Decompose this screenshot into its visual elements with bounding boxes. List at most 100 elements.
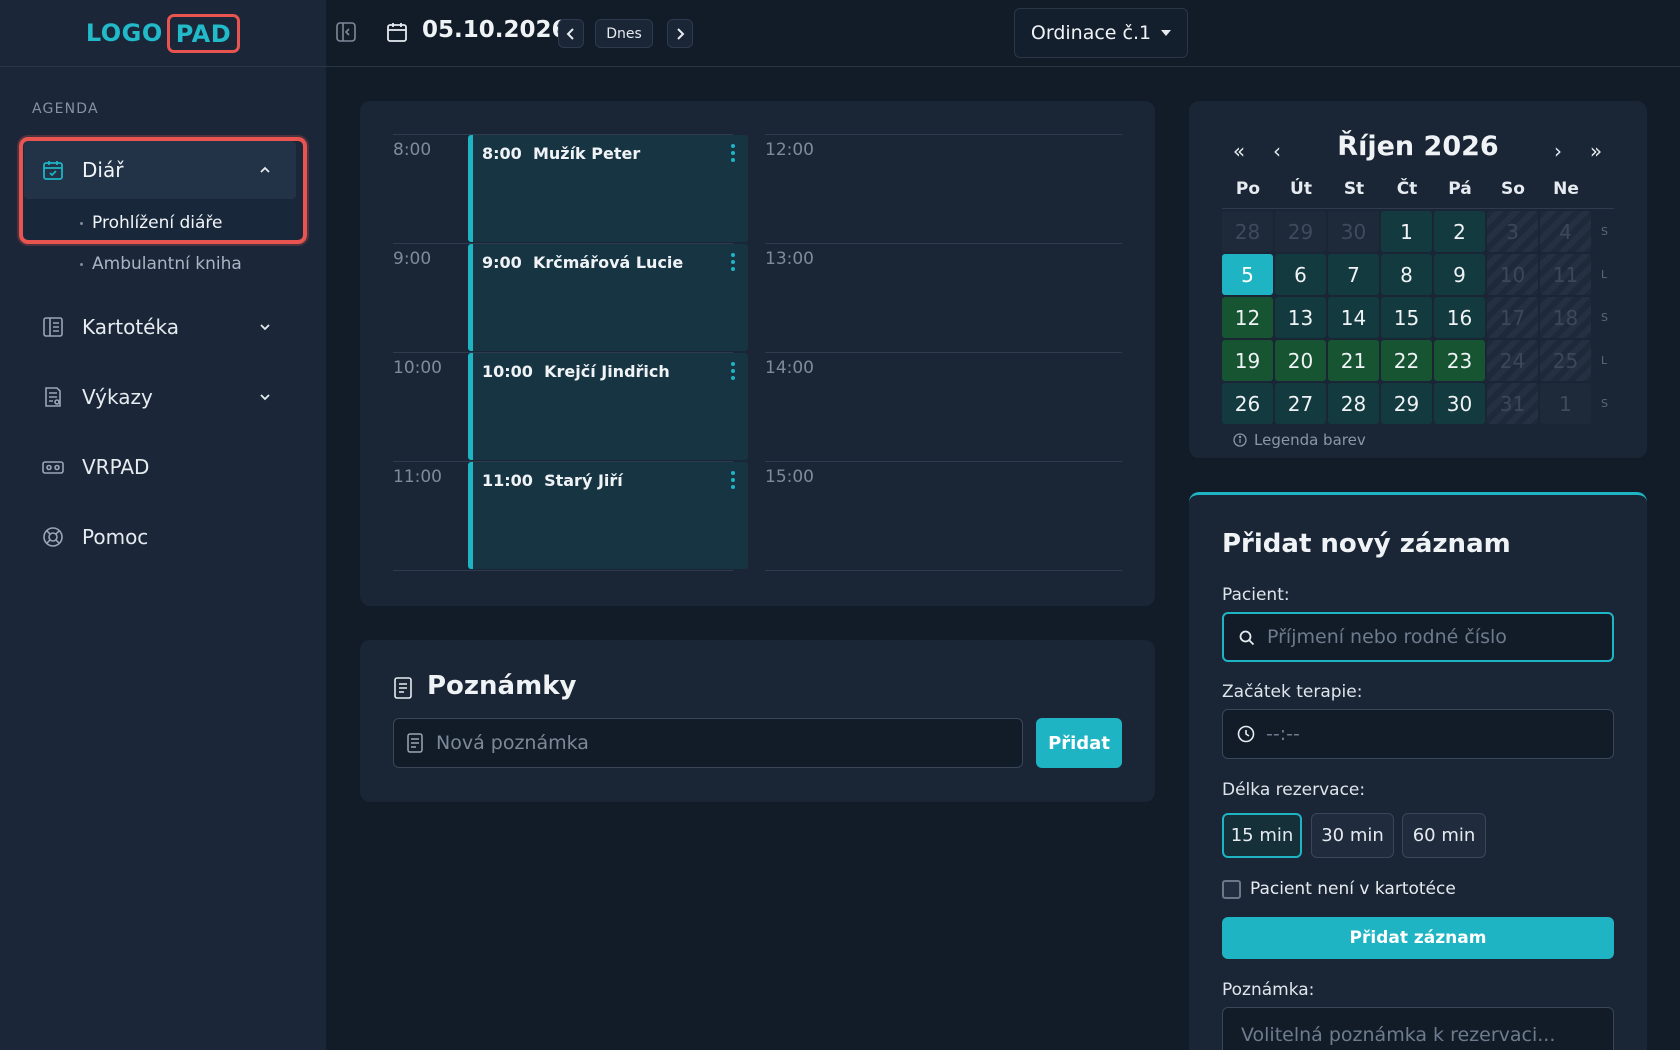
appointment-text: 10:00 Krejčí Jindřich xyxy=(482,362,670,381)
calendar-day[interactable]: 15 xyxy=(1381,297,1432,338)
calendar-day[interactable]: 6 xyxy=(1275,254,1326,295)
weekday-header: Pá xyxy=(1448,179,1472,199)
calendar-day[interactable]: 26 xyxy=(1222,383,1273,424)
sidebar-item-vykazy[interactable]: Výkazy xyxy=(24,368,296,426)
card-file-icon xyxy=(40,314,66,340)
calendar-day[interactable]: 30 xyxy=(1328,211,1379,252)
chevron-down-icon xyxy=(258,320,272,334)
sidebar-item-vrpad[interactable]: VRPAD xyxy=(24,438,296,496)
new-note-input[interactable]: Nová poznámka xyxy=(393,718,1023,768)
calendar-day[interactable]: 17 xyxy=(1487,297,1538,338)
calendar-day[interactable]: 16 xyxy=(1434,297,1485,338)
calendar-day[interactable]: 12 xyxy=(1222,297,1273,338)
calendar-day[interactable]: 3 xyxy=(1487,211,1538,252)
appointment-block[interactable]: 9:00 Krčmářová Lucie xyxy=(468,244,748,351)
duration-label: Délka rezervace: xyxy=(1222,780,1366,800)
time-label: 11:00 xyxy=(393,467,442,487)
prev-day-button[interactable] xyxy=(558,19,584,48)
patient-search-placeholder: Příjmení nebo rodné číslo xyxy=(1267,626,1507,648)
start-label: Začátek terapie: xyxy=(1222,682,1363,702)
notes-title: Poznámky xyxy=(427,671,577,701)
weekday-header: Po xyxy=(1235,179,1261,199)
sidebar-item-label: Kartotéka xyxy=(82,315,179,339)
not-in-kartoteka-checkbox-row[interactable]: Pacient není v kartotéce xyxy=(1222,879,1456,899)
logo[interactable]: LOGO PAD xyxy=(0,0,326,67)
info-icon xyxy=(1233,433,1247,447)
sidebar-subitem-ambulantni-kniha[interactable]: Ambulantní kniha xyxy=(24,242,296,286)
calendar-day[interactable]: 4 xyxy=(1540,211,1591,252)
today-button[interactable]: Dnes xyxy=(595,19,653,48)
current-date: 05.10.2026 xyxy=(422,17,568,43)
calendar-day[interactable]: 25 xyxy=(1540,340,1591,381)
time-label: 8:00 xyxy=(393,140,432,160)
calendar-day[interactable]: 28 xyxy=(1222,211,1273,252)
lifebuoy-icon xyxy=(40,524,66,550)
start-time-input[interactable]: --:-- xyxy=(1222,709,1614,759)
calendar-day[interactable]: 19 xyxy=(1222,340,1273,381)
note-label: Poznámka: xyxy=(1222,980,1315,1000)
calendar-day[interactable]: 5 xyxy=(1222,254,1273,295)
calendar-day[interactable]: 29 xyxy=(1381,383,1432,424)
duration-15-button[interactable]: 15 min xyxy=(1222,813,1302,858)
add-note-button[interactable]: Přidat xyxy=(1036,718,1122,768)
calendar-day[interactable]: 22 xyxy=(1381,340,1432,381)
patient-search-input[interactable]: Příjmení nebo rodné číslo xyxy=(1222,612,1614,662)
calendar-day[interactable]: 28 xyxy=(1328,383,1379,424)
calendar-day[interactable]: 10 xyxy=(1487,254,1538,295)
reservation-note-placeholder: Volitelná poznámka k rezervaci... xyxy=(1241,1024,1556,1046)
calendar-day[interactable]: 30 xyxy=(1434,383,1485,424)
calendar-day[interactable]: 7 xyxy=(1328,254,1379,295)
more-vertical-icon[interactable] xyxy=(730,142,736,164)
caret-down-icon xyxy=(1161,30,1172,36)
appointment-block[interactable]: 8:00 Mužík Peter xyxy=(468,135,748,242)
next-month-button[interactable]: › xyxy=(1547,139,1569,163)
sidebar-toggle-icon[interactable] xyxy=(335,21,359,45)
color-legend-link[interactable]: Legenda barev xyxy=(1233,431,1366,449)
slot-divider xyxy=(765,243,1122,244)
appointment-block[interactable]: 10:00 Krejčí Jindřich xyxy=(468,353,748,460)
reservation-note-input[interactable]: Volitelná poznámka k rezervaci... xyxy=(1222,1007,1614,1050)
weekday-header: St xyxy=(1343,179,1365,199)
duration-30-button[interactable]: 30 min xyxy=(1311,813,1394,858)
week-parity-letter: S xyxy=(1601,397,1608,410)
chevron-left-icon xyxy=(566,27,574,40)
calendar-day[interactable]: 8 xyxy=(1381,254,1432,295)
sidebar-item-label: Výkazy xyxy=(82,385,153,409)
calendar-day[interactable]: 27 xyxy=(1275,383,1326,424)
calendar-day[interactable]: 13 xyxy=(1275,297,1326,338)
calendar-day[interactable]: 2 xyxy=(1434,211,1485,252)
chevron-right-icon xyxy=(677,27,685,40)
calendar-day[interactable]: 9 xyxy=(1434,254,1485,295)
calendar-day[interactable]: 31 xyxy=(1487,383,1538,424)
sidebar-item-kartoteka[interactable]: Kartotéka xyxy=(24,298,296,356)
calendar-day[interactable]: 20 xyxy=(1275,340,1326,381)
duration-60-button[interactable]: 60 min xyxy=(1402,813,1486,858)
calendar-day[interactable]: 29 xyxy=(1275,211,1326,252)
calendar-day[interactable]: 24 xyxy=(1487,340,1538,381)
next-day-button[interactable] xyxy=(667,19,693,48)
time-label: 12:00 xyxy=(765,140,814,160)
calendar-day[interactable]: 21 xyxy=(1328,340,1379,381)
more-vertical-icon[interactable] xyxy=(730,360,736,382)
next-year-button[interactable]: » xyxy=(1585,139,1607,163)
weekday-header: So xyxy=(1501,179,1525,199)
note-icon xyxy=(393,677,413,699)
office-select[interactable]: Ordinace č.1 xyxy=(1014,8,1188,58)
appointment-block[interactable]: 11:00 Starý Jiří xyxy=(468,462,748,569)
patient-label: Pacient: xyxy=(1222,585,1290,605)
logo-text-logo: LOGO xyxy=(85,19,163,47)
sidebar-item-label: VRPAD xyxy=(82,455,150,479)
slot-divider xyxy=(765,352,1122,353)
add-record-button[interactable]: Přidat záznam xyxy=(1222,917,1614,959)
calendar-day[interactable]: 11 xyxy=(1540,254,1591,295)
calendar-day[interactable]: 18 xyxy=(1540,297,1591,338)
calendar-day[interactable]: 1 xyxy=(1381,211,1432,252)
time-label: 15:00 xyxy=(765,467,814,487)
not-in-kartoteka-checkbox[interactable] xyxy=(1222,879,1241,899)
more-vertical-icon[interactable] xyxy=(730,469,736,491)
calendar-day[interactable]: 23 xyxy=(1434,340,1485,381)
calendar-day[interactable]: 1 xyxy=(1540,383,1591,424)
calendar-day[interactable]: 14 xyxy=(1328,297,1379,338)
sidebar-item-pomoc[interactable]: Pomoc xyxy=(24,508,296,566)
more-vertical-icon[interactable] xyxy=(730,251,736,273)
